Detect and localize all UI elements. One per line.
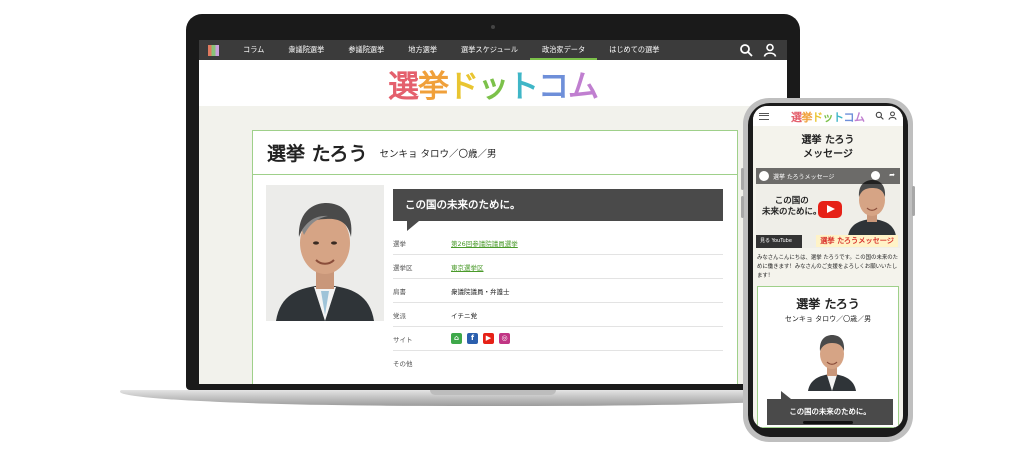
mobile-profile-card: 選挙 たろう センキョ タロウ／〇歳／男 この国の未来のために。 <box>757 286 899 428</box>
site-logo-icon[interactable] <box>208 44 219 56</box>
laptop-camera <box>491 25 495 29</box>
user-icon[interactable] <box>763 43 777 57</box>
candidate-reading: センキョ タロウ／〇歳／男 <box>379 148 497 160</box>
info-row-site: サイト ⌂ f ▶ ◎ <box>393 327 723 351</box>
phone-screen: 選挙ドットコム 選挙 たろう メッセージ 選挙 たろうメッセージ ➦ この国の … <box>753 106 903 428</box>
mobile-header: 選挙ドットコム <box>753 106 903 126</box>
nav-item-election-schedule[interactable]: 選挙スケジュール <box>449 40 530 60</box>
mobile-candidate-reading: センキョ タロウ／〇歳／男 <box>784 315 872 323</box>
phone-power-button <box>912 186 915 216</box>
candidate-name: 選挙 たろう <box>267 143 368 165</box>
info-row-party: 党派 イチニ党 <box>393 303 723 327</box>
phone-volume-button <box>741 168 744 190</box>
video-title-bar: 選挙 たろうメッセージ ➦ <box>756 168 900 184</box>
watch-on-youtube[interactable]: 見る YouTube <box>756 235 802 248</box>
profile-info-table: 選挙 第26回参議院議員選挙 選挙区 東京選挙区 肩書 衆議院議員・弁護士 党派… <box>393 231 723 375</box>
watch-later-icon[interactable] <box>871 171 880 180</box>
laptop-frame: コラム 衆議院選挙 参議院選挙 地方選挙 選挙スケジュール 政治家データ はじめ… <box>186 14 800 390</box>
youtube-icon[interactable]: ▶ <box>483 333 494 344</box>
nav-item-house-election[interactable]: 衆議院選挙 <box>276 40 336 60</box>
facebook-icon[interactable]: f <box>467 333 478 344</box>
profile-card: 選挙 たろう センキョ タロウ／〇歳／男 この国の未来のために。 選挙 第26回… <box>252 130 738 384</box>
info-row-other: その他 <box>393 360 413 368</box>
brand-logo[interactable]: 選挙ドットコム <box>388 61 599 106</box>
election-link[interactable]: 第26回参議院議員選挙 <box>451 238 518 248</box>
home-icon[interactable]: ⌂ <box>451 333 462 344</box>
nav-item-column[interactable]: コラム <box>231 40 276 60</box>
home-indicator[interactable] <box>803 421 853 424</box>
search-icon[interactable] <box>875 111 884 120</box>
video-thumbnail-portrait <box>844 176 900 236</box>
site-header: 選挙ドットコム <box>199 60 787 106</box>
mobile-header-icons <box>875 111 897 120</box>
portrait-image <box>266 185 384 321</box>
video-thumbnail-text: この国の 未来のために。 <box>762 196 822 217</box>
laptop-hinge-notch <box>430 390 556 395</box>
greeting-message: みなさんこんにちは、選挙 たろうです。この国の未来のために働きます！みなさんのご… <box>757 255 899 279</box>
share-icon[interactable]: ➦ <box>889 171 895 179</box>
candidate-photo <box>266 185 384 321</box>
nav-item-politician-data[interactable]: 政治家データ <box>530 40 598 60</box>
youtube-play-button-icon[interactable] <box>818 201 842 218</box>
district-link[interactable]: 東京選挙区 <box>451 262 484 272</box>
channel-avatar-icon[interactable] <box>759 171 769 181</box>
profile-header: 選挙 たろう センキョ タロウ／〇歳／男 <box>253 131 737 175</box>
mobile-candidate-name: 選挙 たろう <box>796 297 860 311</box>
search-icon[interactable] <box>739 43 753 57</box>
user-icon[interactable] <box>888 111 897 120</box>
laptop-screen: コラム 衆議院選挙 参議院選挙 地方選挙 選挙スケジュール 政治家データ はじめ… <box>199 40 787 384</box>
nav-icons <box>739 43 777 57</box>
mobile-candidate-photo <box>806 329 858 391</box>
nav-item-local-election[interactable]: 地方選挙 <box>396 40 449 60</box>
mobile-brand-logo[interactable]: 選挙ドットコム <box>791 109 865 125</box>
top-navigation: コラム 衆議院選挙 参議院選挙 地方選挙 選挙スケジュール 政治家データ はじめ… <box>199 40 787 60</box>
nav-item-upper-house-election[interactable]: 参議院選挙 <box>336 40 396 60</box>
info-row-election: 選挙 第26回参議院議員選挙 <box>393 231 723 255</box>
info-row-district: 選挙区 東京選挙区 <box>393 255 723 279</box>
instagram-icon[interactable]: ◎ <box>499 333 510 344</box>
phone-volume-button <box>741 196 744 218</box>
video-title[interactable]: 選挙 たろうメッセージ <box>773 172 834 181</box>
slogan-bubble: この国の未来のために。 <box>393 189 723 231</box>
social-links: ⌂ f ▶ ◎ <box>451 333 510 344</box>
video-player[interactable]: 選挙 たろうメッセージ ➦ この国の 未来のために。 見る YouTube 選挙… <box>756 168 900 248</box>
video-banner-text: 選挙 たろうメッセージ <box>816 235 898 247</box>
info-row-title: 肩書 衆議院議員・弁護士 <box>393 279 723 303</box>
mobile-page-title: 選挙 たろう メッセージ <box>801 135 855 160</box>
hamburger-menu-icon[interactable] <box>759 112 769 120</box>
nav-item-first-election[interactable]: はじめての選挙 <box>597 40 671 60</box>
